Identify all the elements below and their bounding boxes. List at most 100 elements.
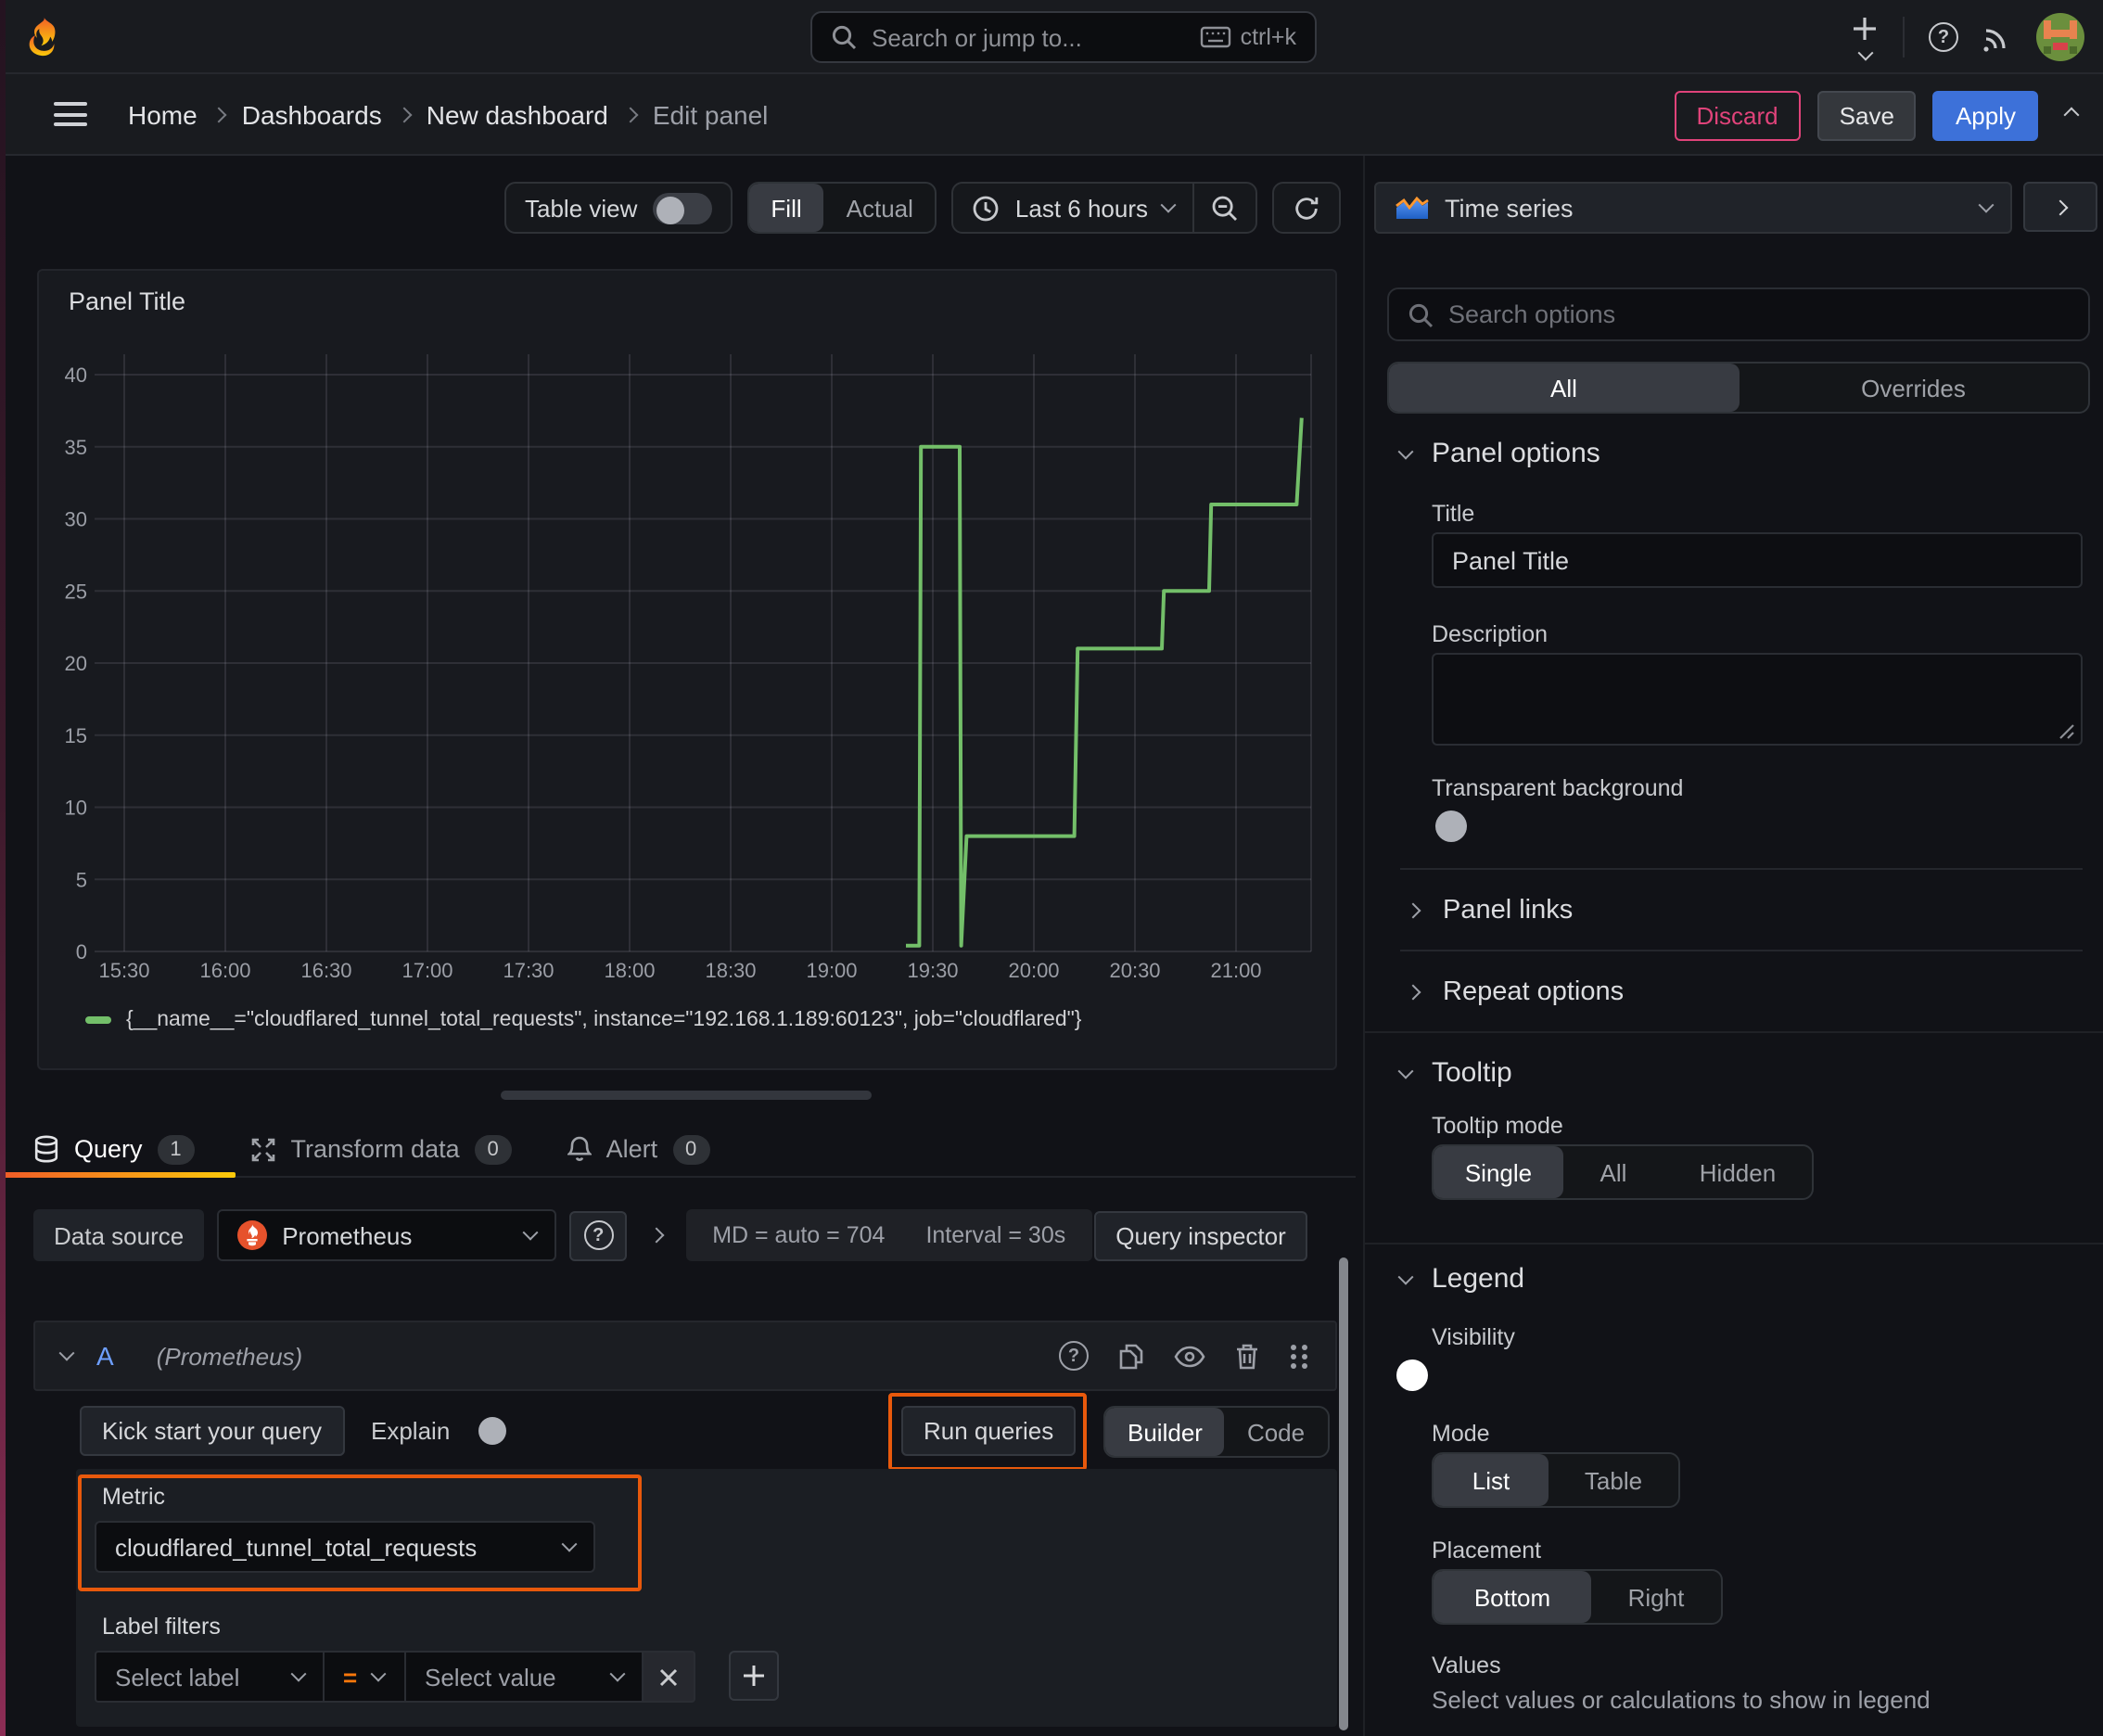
collapse-options-button[interactable] [2023,182,2097,232]
chevron-down-icon [1397,1268,1414,1284]
tab-overrides[interactable]: Overrides [1739,364,2088,412]
zoom-out-button[interactable] [1192,184,1255,232]
shortcut-text: ctrl+k [1240,24,1296,50]
legend-table-option[interactable]: Table [1549,1454,1678,1506]
hide-response-eye-icon[interactable] [1174,1344,1205,1368]
discard-button[interactable]: Discard [1674,90,1801,140]
add-filter-button[interactable] [729,1651,779,1701]
legend-series-swatch[interactable] [85,1016,111,1024]
select-value-placeholder: Select value [425,1663,556,1691]
query-ref-id: A [96,1341,114,1371]
panel-title-input[interactable] [1432,532,2083,588]
delete-query-trash-icon[interactable] [1235,1342,1259,1370]
breadcrumb-new-dashboard[interactable]: New dashboard [427,99,608,129]
tab-all[interactable]: All [1389,364,1739,412]
tooltip-all-option[interactable]: All [1563,1146,1663,1198]
drag-grip-icon[interactable] [1289,1342,1309,1370]
fill-option[interactable]: Fill [748,184,824,232]
y-tick-label: 35 [65,436,87,459]
description-label: Description [1432,621,1549,647]
duplicate-query-icon[interactable] [1118,1342,1144,1370]
chevron-right-icon [622,106,639,122]
grafana-logo-icon[interactable] [22,15,65,57]
datasource-picker[interactable]: Prometheus [217,1209,557,1261]
query-help-icon[interactable] [1059,1341,1089,1371]
tab-alert[interactable]: Alert 0 [567,1122,710,1176]
tooltip-heading-label: Tooltip [1432,1057,1512,1089]
y-tick-label: 40 [65,364,87,387]
actual-option[interactable]: Actual [824,184,936,232]
breadcrumb-dashboards[interactable]: Dashboards [242,99,382,129]
vertical-scrollbar[interactable] [1339,1257,1348,1730]
repeat-options-section[interactable]: Repeat options [1405,964,1624,1020]
query-datasource-hint: (Prometheus) [156,1342,303,1370]
operator-dropdown[interactable]: = [325,1651,406,1703]
resize-drag-handle[interactable] [501,1091,872,1100]
options-search-input[interactable] [1448,300,2070,328]
query-inspector-button[interactable]: Query inspector [1093,1210,1308,1260]
news-rss-icon[interactable] [1982,22,2012,52]
interval: Interval = 30s [925,1222,1066,1248]
visualization-picker[interactable]: Time series [1374,182,2012,234]
collapse-up-icon[interactable] [2063,107,2080,123]
search-placeholder: Search or jump to... [872,23,1082,51]
tooltip-single-option[interactable]: Single [1434,1146,1563,1198]
section-divider [1365,1243,2103,1245]
explain-label: Explain [371,1417,451,1445]
fill-actual-segmented: Fill Actual [746,182,937,234]
datasource-help-button[interactable] [569,1210,628,1260]
select-label-dropdown[interactable]: Select label [95,1651,325,1703]
tooltip-mode-segmented: Single All Hidden [1432,1144,1814,1200]
tooltip-heading[interactable]: Tooltip [1397,1057,1512,1089]
help-icon[interactable] [1929,22,1958,52]
panel-links-section[interactable]: Panel links [1405,883,1573,938]
time-range-picker[interactable]: Last 6 hours [954,194,1192,222]
table-view-toggle[interactable] [652,192,712,223]
legend-placement-segmented: Bottom Right [1432,1569,1723,1625]
chevron-right-icon [1405,902,1421,919]
grafana-edit-panel-page: Search or jump to... ctrl+k ? Home Dashb… [0,0,2103,1736]
tab-transform[interactable]: Transform data 0 [250,1122,512,1176]
kick-start-button[interactable]: Kick start your query [80,1406,344,1456]
legend-heading[interactable]: Legend [1397,1263,1524,1295]
menu-toggle-icon[interactable] [54,102,87,126]
global-search-box[interactable]: Search or jump to... ctrl+k [810,11,1317,63]
legend-values-label: Values [1432,1653,1501,1679]
nav-divider [1903,17,1905,57]
placement-bottom-option[interactable]: Bottom [1434,1571,1591,1623]
new-menu-button[interactable] [1851,14,1879,60]
query-row-header[interactable]: A (Prometheus) [33,1321,1337,1391]
chevron-down-icon [290,1666,307,1682]
user-avatar[interactable] [2036,13,2084,61]
legend-series-label[interactable]: {__name__="cloudflared_tunnel_total_requ… [126,1009,1081,1031]
transform-icon [250,1136,276,1162]
tooltip-hidden-option[interactable]: Hidden [1663,1146,1812,1198]
description-textarea[interactable] [1432,653,2083,746]
apply-button[interactable]: Apply [1932,90,2038,140]
panel-options-heading[interactable]: Panel options [1397,438,1600,469]
remove-filter-button[interactable] [644,1651,695,1703]
placement-right-option[interactable]: Right [1591,1571,1721,1623]
legend-values-hint: Select values or calculations to show in… [1432,1686,1931,1714]
legend-list-option[interactable]: List [1434,1454,1549,1506]
save-button[interactable]: Save [1816,90,1917,140]
metric-dropdown[interactable]: cloudflared_tunnel_total_requests [95,1521,595,1573]
x-tick-label: 17:30 [503,959,554,982]
time-series-chart[interactable]: 0 5 10 15 20 25 30 35 40 15:30 16:00 16:30 17:00 17:3… [57,313,1319,996]
breadcrumb-home[interactable]: Home [128,99,198,129]
code-option[interactable]: Code [1225,1408,1327,1456]
query-options-expander[interactable] [640,1227,673,1244]
series-line [906,417,1304,948]
options-search[interactable] [1387,287,2090,341]
builder-option[interactable]: Builder [1105,1408,1225,1456]
y-tick-label: 0 [76,940,87,964]
y-tick-label: 10 [65,797,87,820]
tab-query[interactable]: Query 1 [0,1122,236,1178]
resize-corner-icon[interactable] [2058,723,2075,740]
tab-alert-label: Alert [605,1135,658,1163]
refresh-button[interactable] [1272,182,1341,234]
run-queries-button[interactable]: Run queries [901,1406,1077,1456]
query-count-badge: 1 [157,1134,195,1164]
select-value-dropdown[interactable]: Select value [406,1651,644,1703]
x-tick-label: 18:00 [604,959,655,982]
